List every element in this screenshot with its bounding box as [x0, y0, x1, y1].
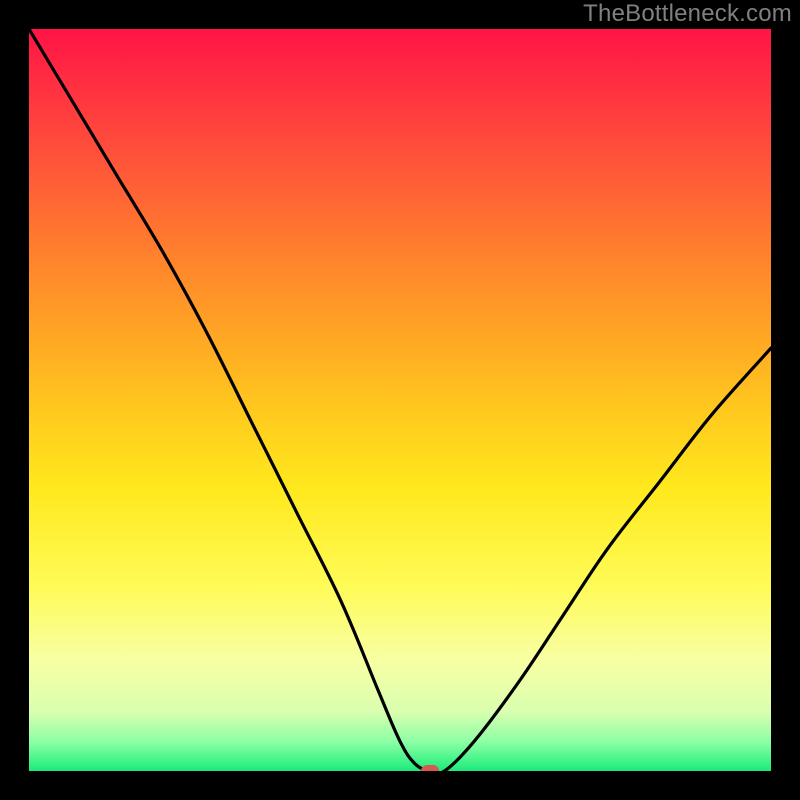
watermark-text: TheBottleneck.com	[583, 0, 792, 28]
optimal-point-marker	[421, 765, 439, 771]
plot-area	[29, 29, 771, 771]
bottleneck-curve	[29, 29, 771, 771]
chart-frame: TheBottleneck.com	[0, 0, 800, 800]
